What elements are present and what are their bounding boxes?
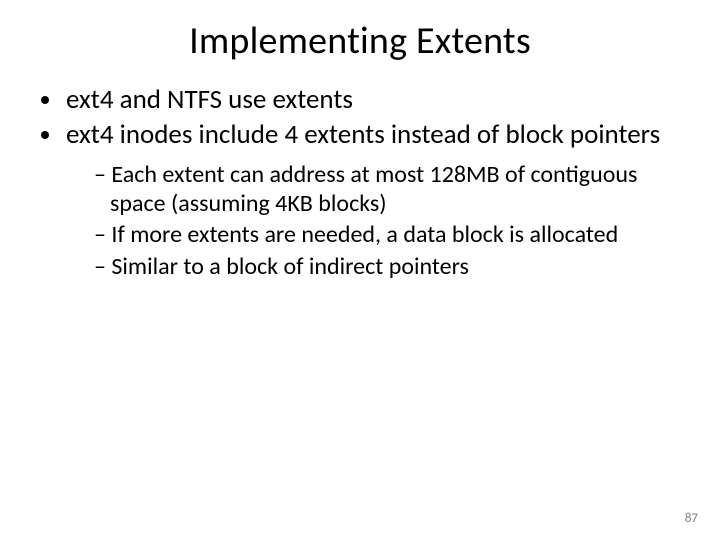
sub-bullet-item: Each extent can address at most 128MB of… xyxy=(94,160,680,219)
sub-bullet-item: Similar to a block of indirect pointers xyxy=(94,252,680,281)
bullet-list-level1: ext4 and NTFS use extents ext4 inodes in… xyxy=(40,84,680,281)
bullet-list-level2: Each extent can address at most 128MB of… xyxy=(66,160,680,281)
sub-bullet-item: If more extents are needed, a data block… xyxy=(94,220,680,249)
slide: Implementing Extents ext4 and NTFS use e… xyxy=(0,0,720,540)
bullet-item: ext4 and NTFS use extents xyxy=(64,84,680,117)
bullet-text: ext4 inodes include 4 extents instead of… xyxy=(66,118,660,151)
bullet-item: ext4 inodes include 4 extents instead of… xyxy=(64,119,680,281)
slide-title: Implementing Extents xyxy=(40,18,680,64)
page-number: 87 xyxy=(685,511,698,526)
